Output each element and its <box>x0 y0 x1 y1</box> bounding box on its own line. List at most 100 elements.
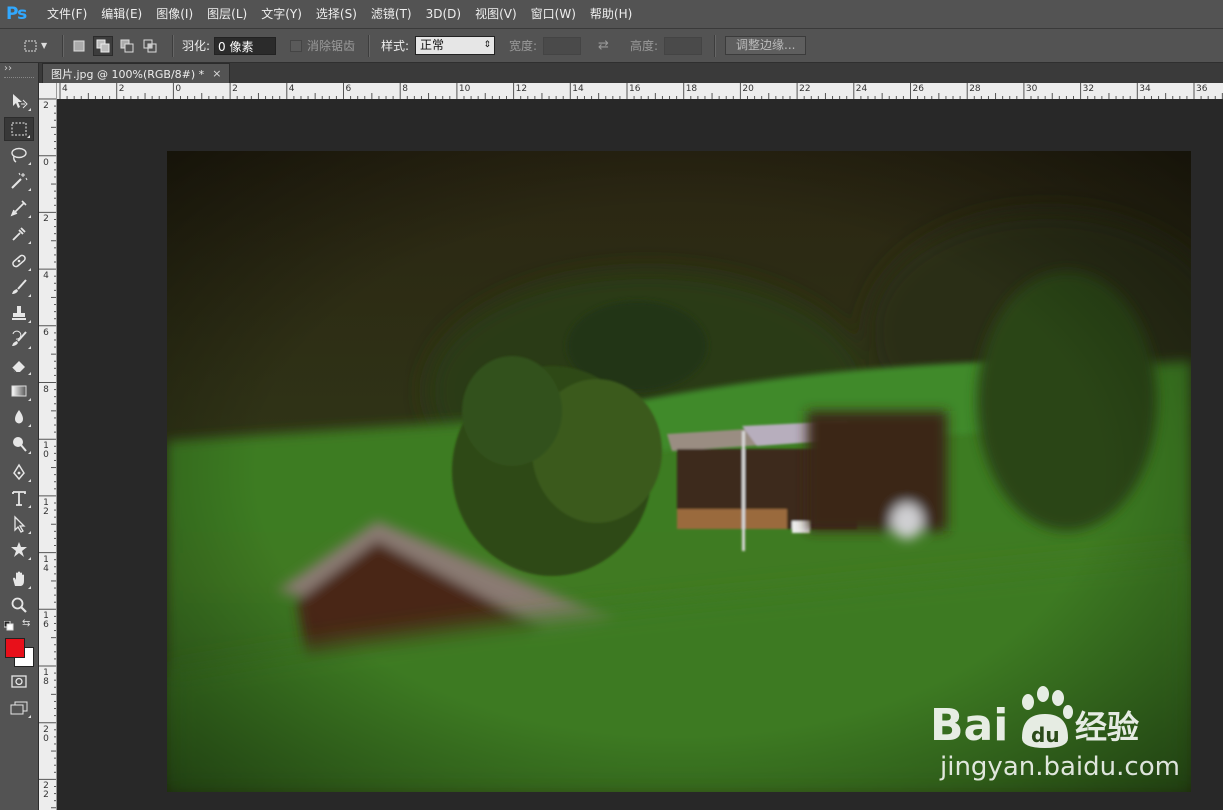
menu-item[interactable]: 编辑(E) <box>94 0 149 28</box>
menu-item[interactable]: 滤镜(T) <box>364 0 419 28</box>
screen-mode-icon[interactable] <box>4 696 34 720</box>
feather-input[interactable]: 0 像素 <box>214 36 277 55</box>
marquee-preset-icon[interactable] <box>22 37 40 55</box>
ruler-label: 28 <box>969 84 981 94</box>
ruler-label: 0 <box>175 84 182 94</box>
ruler-label: 10 <box>458 84 471 94</box>
ruler-label: 0 <box>43 157 49 168</box>
horizontal-ruler[interactable]: 4 2 0 2 4 6 8 10 12 14 16 18 20 22 24 26 28 30 32 34 36 <box>57 83 1223 100</box>
tools-panel: ›› ⇆ <box>0 63 39 810</box>
ruler-label: 16 <box>629 84 641 94</box>
document-tab-title: 图片.jpg @ 100%(RGB/8#) * <box>51 67 205 81</box>
ruler-label: 24 <box>855 84 868 94</box>
clone-stamp-tool-icon[interactable] <box>4 301 34 325</box>
move-tool-icon[interactable] <box>4 89 34 113</box>
menu-item[interactable]: 文件(F) <box>40 0 94 28</box>
ruler-label: 32 <box>1082 84 1095 94</box>
ruler-label: 2 <box>43 101 49 111</box>
quick-mask-icon[interactable] <box>4 669 34 693</box>
feather-label: 羽化: <box>182 39 211 53</box>
zoom-tool-icon[interactable] <box>4 593 34 617</box>
close-icon[interactable]: × <box>212 67 221 80</box>
chevron-down-icon[interactable]: ▼ <box>41 41 47 50</box>
height-label: 高度: <box>630 39 659 53</box>
ruler-label: 26 <box>912 84 924 94</box>
document-tab-bar: 图片.jpg @ 100%(RGB/8#) * × <box>39 63 1223 83</box>
style-select[interactable]: 正常 ⇕ <box>415 36 496 55</box>
history-brush-tool-icon[interactable] <box>4 327 34 351</box>
ruler-label: 4 <box>62 84 68 94</box>
ruler-label: 22 <box>799 84 811 94</box>
ruler-label: 30 <box>1025 84 1038 94</box>
document-tab[interactable]: 图片.jpg @ 100%(RGB/8#) * × <box>42 63 231 83</box>
path-selection-tool-icon[interactable] <box>4 512 34 536</box>
new-selection-icon[interactable] <box>70 37 88 55</box>
ruler-label: 2 <box>118 84 125 94</box>
swap-colors-icon[interactable]: ⇆ <box>22 618 30 629</box>
ruler-label: 16 <box>43 611 49 631</box>
refine-edge-button[interactable]: 调整边缘... <box>725 36 807 55</box>
ruler-label: 14 <box>572 84 584 94</box>
ruler-label: 18 <box>685 84 698 94</box>
add-to-selection-icon[interactable] <box>93 35 113 56</box>
ruler-label: 36 <box>1196 84 1208 94</box>
lasso-tool-icon[interactable] <box>4 143 34 167</box>
panel-collapse-icon[interactable]: ›› <box>4 63 12 74</box>
intersect-selection-icon[interactable] <box>141 37 159 55</box>
menu-item[interactable]: 3D(D) <box>419 0 468 28</box>
ruler-label: 18 <box>43 668 49 687</box>
magic-wand-tool-icon[interactable] <box>4 169 34 193</box>
custom-shape-tool-icon[interactable] <box>4 538 34 562</box>
eraser-tool-icon[interactable] <box>4 353 34 377</box>
ruler-origin[interactable] <box>39 83 57 99</box>
crop-tool-icon[interactable] <box>4 196 34 220</box>
width-input[interactable] <box>543 36 582 55</box>
brush-tool-icon[interactable] <box>4 275 34 299</box>
vertical-ruler[interactable]: 20246810121416182022 <box>39 99 57 810</box>
default-colors-icon[interactable] <box>3 620 14 634</box>
rectangular-marquee-tool-icon[interactable] <box>4 117 34 141</box>
antialias-checkbox[interactable] <box>290 39 302 52</box>
menu-item[interactable]: 帮助(H) <box>583 0 639 28</box>
menu-bar: Ps 文件(F) 编辑(E) 图像(I) 图层(L) 文字(Y) 选择(S) 滤镜(T) 3D… <box>0 0 1223 29</box>
ruler-label: 20 <box>742 84 754 94</box>
ruler-label: 20 <box>43 724 49 744</box>
menu-item[interactable]: 文字(Y) <box>254 0 309 28</box>
watermark-url: jingyan.baidu.com <box>940 752 1180 782</box>
style-select-value: 正常 <box>420 38 445 52</box>
menu-item[interactable]: 视图(V) <box>468 0 524 28</box>
ruler-label: 8 <box>402 84 408 94</box>
swap-width-height-icon[interactable]: ⇄ <box>598 38 609 53</box>
menu-item[interactable]: 图像(I) <box>149 0 200 28</box>
width-label: 宽度: <box>509 39 538 53</box>
watermark-brand: Bai <box>930 700 1008 751</box>
photoshop-logo: Ps <box>6 4 27 24</box>
menu-item[interactable]: 选择(S) <box>309 0 364 28</box>
height-input[interactable] <box>664 36 703 55</box>
foreground-color-swatch[interactable] <box>5 638 25 658</box>
watermark-cn: 经验 <box>1075 708 1139 746</box>
hand-tool-icon[interactable] <box>4 567 34 591</box>
ruler-label: 8 <box>43 384 49 395</box>
gradient-tool-icon[interactable] <box>4 379 34 403</box>
pen-tool-icon[interactable] <box>4 460 34 484</box>
menu-item[interactable]: 图层(L) <box>200 0 254 28</box>
menu-items: 文件(F) 编辑(E) 图像(I) 图层(L) 文字(Y) 选择(S) 滤镜(T) 3D(D)… <box>40 0 639 28</box>
subtract-from-selection-icon[interactable] <box>118 37 136 55</box>
eyedropper-tool-icon[interactable] <box>4 222 34 246</box>
style-label: 样式: <box>381 39 410 53</box>
panel-grip[interactable] <box>4 77 34 82</box>
spot-healing-tool-icon[interactable] <box>4 249 34 273</box>
type-tool-icon[interactable] <box>4 486 34 510</box>
ruler-label: 2 <box>232 84 238 94</box>
ruler-label: 22 <box>43 781 49 801</box>
updown-arrows-icon: ⇕ <box>483 40 492 50</box>
menu-item[interactable]: 窗口(W) <box>524 0 583 28</box>
ruler-label: 4 <box>43 271 49 282</box>
ruler-label: 34 <box>1139 84 1151 94</box>
ruler-label: 2 <box>43 214 49 225</box>
dodge-tool-icon[interactable] <box>4 432 34 456</box>
ruler-label: 6 <box>43 327 49 338</box>
watermark-du: du <box>1031 723 1060 747</box>
blur-tool-icon[interactable] <box>4 405 34 429</box>
